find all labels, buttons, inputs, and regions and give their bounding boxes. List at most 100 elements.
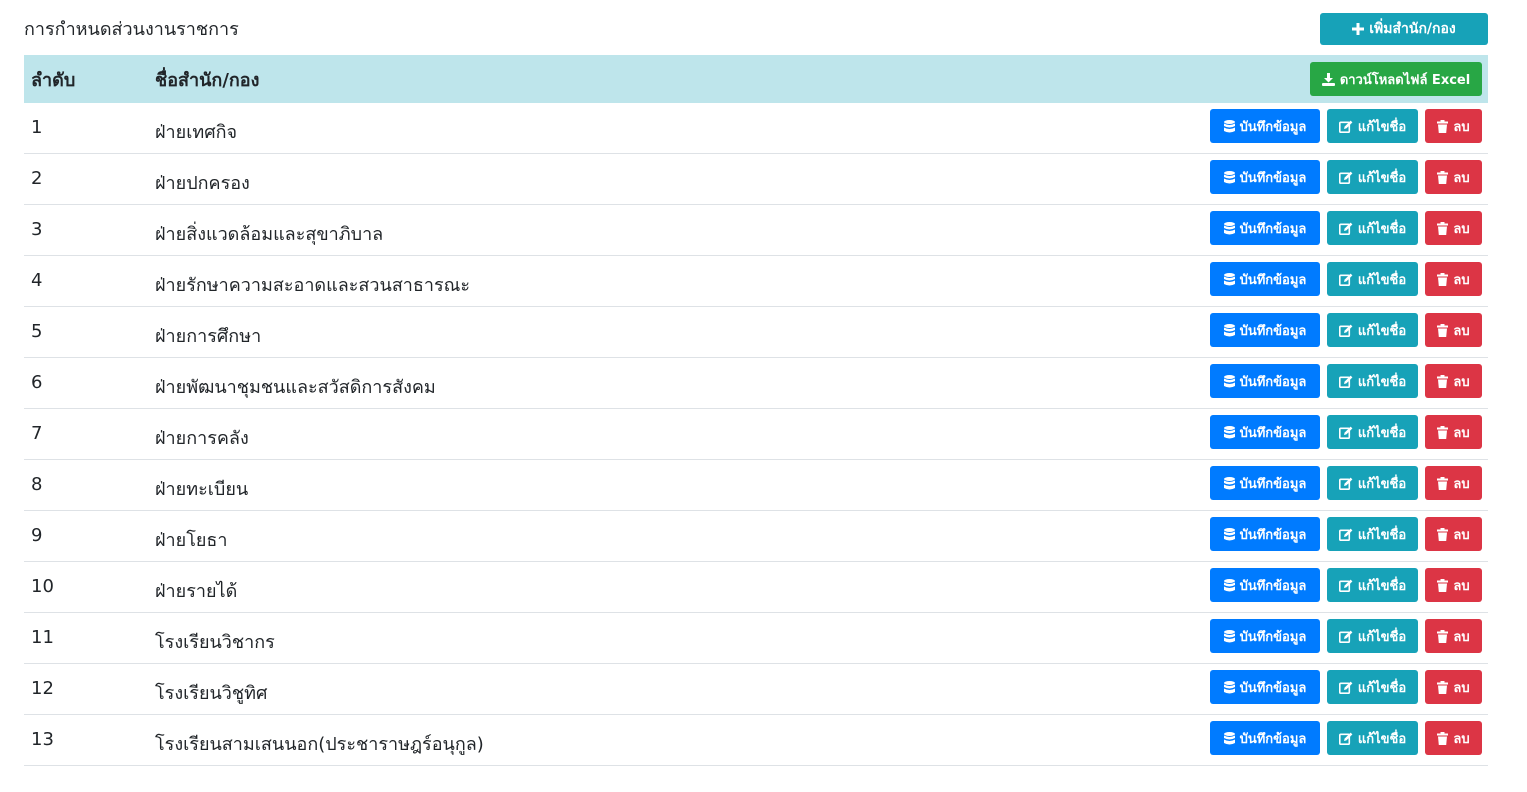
division-name: โรงเรียนสามเสนนอก(ประชาราษฎร์อนุกูล) xyxy=(155,734,484,755)
save-data-button[interactable]: บันทึกข้อมูล xyxy=(1210,415,1320,449)
delete-label: ลบ xyxy=(1453,527,1470,543)
delete-button[interactable]: ลบ xyxy=(1425,568,1482,602)
table-row: 10 ฝ่ายรายได้ บันทึกข้อมูล แก้ไขชื่อ ลบ xyxy=(24,562,1488,613)
row-number: 8 xyxy=(31,474,43,495)
edit-name-button[interactable]: แก้ไขชื่อ xyxy=(1327,160,1418,194)
table-row: 4 ฝ่ายรักษาความสะอาดและสวนสาธารณะ บันทึกข้… xyxy=(24,256,1488,307)
edit-name-button[interactable]: แก้ไขชื่อ xyxy=(1327,262,1418,296)
edit-name-label: แก้ไขชื่อ xyxy=(1357,323,1407,339)
save-data-label: บันทึกข้อมูล xyxy=(1239,578,1307,594)
save-data-button[interactable]: บันทึกข้อมูล xyxy=(1210,517,1320,551)
edit-icon xyxy=(1338,222,1353,235)
delete-button[interactable]: ลบ xyxy=(1425,517,1482,551)
trash-icon xyxy=(1437,170,1449,184)
delete-button[interactable]: ลบ xyxy=(1425,721,1482,755)
edit-name-label: แก้ไขชื่อ xyxy=(1357,221,1407,237)
delete-label: ลบ xyxy=(1453,731,1470,747)
delete-button[interactable]: ลบ xyxy=(1425,415,1482,449)
save-data-label: บันทึกข้อมูล xyxy=(1239,680,1307,696)
database-icon xyxy=(1223,119,1235,132)
save-data-button[interactable]: บันทึกข้อมูล xyxy=(1210,721,1320,755)
save-data-button[interactable]: บันทึกข้อมูล xyxy=(1210,160,1320,194)
row-number: 3 xyxy=(31,219,43,240)
table-row: 7 ฝ่ายการคลัง บันทึกข้อมูล แก้ไขชื่อ ลบ xyxy=(24,409,1488,460)
table-row: 9 ฝ่ายโยธา บันทึกข้อมูล แก้ไขชื่อ ลบ xyxy=(24,511,1488,562)
division-name: โรงเรียนวิชูทิศ xyxy=(155,683,268,704)
edit-icon xyxy=(1338,375,1353,388)
delete-label: ลบ xyxy=(1453,221,1470,237)
save-data-label: บันทึกข้อมูล xyxy=(1239,629,1307,645)
save-data-label: บันทึกข้อมูล xyxy=(1239,374,1307,390)
add-division-label: เพิ่มสำนัก/กอง xyxy=(1369,21,1456,37)
table-row: 5 ฝ่ายการศึกษา บันทึกข้อมูล แก้ไขชื่อ ลบ xyxy=(24,307,1488,358)
save-data-button[interactable]: บันทึกข้อมูล xyxy=(1210,568,1320,602)
edit-name-button[interactable]: แก้ไขชื่อ xyxy=(1327,415,1418,449)
edit-icon xyxy=(1338,273,1353,286)
division-name: ฝ่ายสิ่งแวดล้อมและสุขาภิบาล xyxy=(155,224,384,245)
delete-label: ลบ xyxy=(1453,425,1470,441)
row-actions: บันทึกข้อมูล แก้ไขชื่อ ลบ xyxy=(1210,262,1482,296)
edit-name-button[interactable]: แก้ไขชื่อ xyxy=(1327,364,1418,398)
row-actions: บันทึกข้อมูล แก้ไขชื่อ ลบ xyxy=(1210,364,1482,398)
edit-name-button[interactable]: แก้ไขชื่อ xyxy=(1327,109,1418,143)
save-data-label: บันทึกข้อมูล xyxy=(1239,323,1307,339)
edit-name-button[interactable]: แก้ไขชื่อ xyxy=(1327,619,1418,653)
save-data-button[interactable]: บันทึกข้อมูล xyxy=(1210,262,1320,296)
delete-button[interactable]: ลบ xyxy=(1425,670,1482,704)
table-row: 11 โรงเรียนวิชากร บันทึกข้อมูล แก้ไขชื่อ ลบ xyxy=(24,613,1488,664)
database-icon xyxy=(1223,374,1235,387)
edit-icon xyxy=(1338,528,1353,541)
delete-label: ลบ xyxy=(1453,629,1470,645)
division-name: โรงเรียนวิชากร xyxy=(155,632,275,653)
edit-icon xyxy=(1338,477,1353,490)
save-data-button[interactable]: บันทึกข้อมูล xyxy=(1210,109,1320,143)
trash-icon xyxy=(1437,272,1449,286)
row-actions: บันทึกข้อมูล แก้ไขชื่อ ลบ xyxy=(1210,721,1482,755)
delete-button[interactable]: ลบ xyxy=(1425,466,1482,500)
save-data-label: บันทึกข้อมูล xyxy=(1239,425,1307,441)
delete-button[interactable]: ลบ xyxy=(1425,211,1482,245)
delete-button[interactable]: ลบ xyxy=(1425,109,1482,143)
database-icon xyxy=(1223,221,1235,234)
download-excel-button[interactable]: ดาวน์โหลดไฟล์ Excel xyxy=(1310,62,1482,96)
delete-button[interactable]: ลบ xyxy=(1425,313,1482,347)
edit-name-button[interactable]: แก้ไขชื่อ xyxy=(1327,670,1418,704)
save-data-button[interactable]: บันทึกข้อมูล xyxy=(1210,466,1320,500)
row-number: 9 xyxy=(31,525,43,546)
delete-button[interactable]: ลบ xyxy=(1425,262,1482,296)
edit-name-button[interactable]: แก้ไขชื่อ xyxy=(1327,721,1418,755)
delete-button[interactable]: ลบ xyxy=(1425,160,1482,194)
page-title: การกำหนดส่วนงานราชการ xyxy=(24,19,239,40)
table-row: 1 ฝ่ายเทศกิจ บันทึกข้อมูล แก้ไขชื่อ ลบ xyxy=(24,103,1488,154)
division-name: ฝ่ายโยธา xyxy=(155,530,228,551)
save-data-button[interactable]: บันทึกข้อมูล xyxy=(1210,211,1320,245)
save-data-button[interactable]: บันทึกข้อมูล xyxy=(1210,313,1320,347)
row-number: 13 xyxy=(31,729,54,750)
edit-name-label: แก้ไขชื่อ xyxy=(1357,731,1407,747)
edit-icon xyxy=(1338,426,1353,439)
edit-name-label: แก้ไขชื่อ xyxy=(1357,272,1407,288)
table-row: 8 ฝ่ายทะเบียน บันทึกข้อมูล แก้ไขชื่อ ลบ xyxy=(24,460,1488,511)
add-division-button[interactable]: เพิ่มสำนัก/กอง xyxy=(1320,13,1488,45)
trash-icon xyxy=(1437,578,1449,592)
delete-button[interactable]: ลบ xyxy=(1425,364,1482,398)
save-data-button[interactable]: บันทึกข้อมูล xyxy=(1210,619,1320,653)
save-data-button[interactable]: บันทึกข้อมูล xyxy=(1210,364,1320,398)
edit-name-button[interactable]: แก้ไขชื่อ xyxy=(1327,466,1418,500)
edit-name-label: แก้ไขชื่อ xyxy=(1357,170,1407,186)
edit-icon xyxy=(1338,732,1353,745)
edit-name-button[interactable]: แก้ไขชื่อ xyxy=(1327,313,1418,347)
header-no: ลำดับ xyxy=(31,69,76,91)
edit-icon xyxy=(1338,630,1353,643)
edit-name-button[interactable]: แก้ไขชื่อ xyxy=(1327,568,1418,602)
edit-name-button[interactable]: แก้ไขชื่อ xyxy=(1327,517,1418,551)
row-number: 7 xyxy=(31,423,43,444)
delete-label: ลบ xyxy=(1453,680,1470,696)
save-data-button[interactable]: บันทึกข้อมูล xyxy=(1210,670,1320,704)
row-actions: บันทึกข้อมูล แก้ไขชื่อ ลบ xyxy=(1210,670,1482,704)
division-name: ฝ่ายรายได้ xyxy=(155,581,238,602)
row-number: 4 xyxy=(31,270,43,291)
delete-button[interactable]: ลบ xyxy=(1425,619,1482,653)
edit-name-button[interactable]: แก้ไขชื่อ xyxy=(1327,211,1418,245)
division-name: ฝ่ายรักษาความสะอาดและสวนสาธารณะ xyxy=(155,275,471,296)
